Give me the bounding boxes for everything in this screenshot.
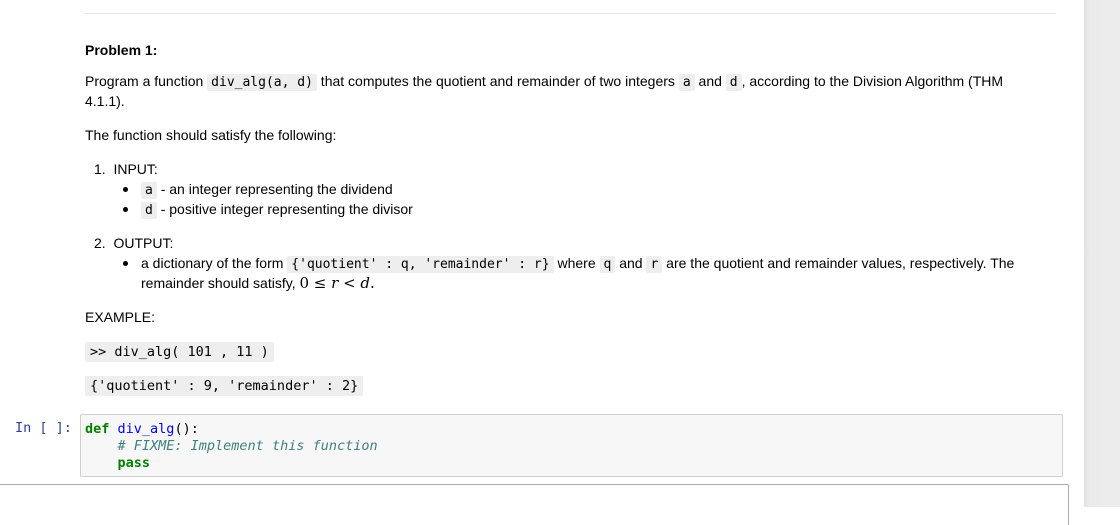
intro-text: and: [694, 73, 726, 89]
bullet-text: - positive integer representing the divi…: [156, 201, 413, 217]
math-period: .: [370, 274, 375, 292]
page-scrollbar[interactable]: [1084, 0, 1120, 507]
example-call-code: >> div_alg( 101 , 11 ): [85, 342, 274, 362]
list-number: 1.: [94, 161, 106, 177]
function-name: div_alg: [117, 421, 175, 437]
intro-text: that computes the quotient and remainder…: [316, 73, 679, 89]
intro-text: , according to the Division Algorithm (T…: [741, 73, 1004, 89]
inline-code-dict: {'quotient' : q, 'remainder' : r}: [287, 256, 554, 273]
intro-text: Program a function: [85, 73, 208, 89]
input-prompt: In [ ]:: [15, 420, 72, 436]
requirements-intro: The function should satisfy the followin…: [85, 127, 337, 143]
bullet-text: are the quotient and remainder values, r…: [662, 255, 1015, 271]
list-number: 2.: [94, 235, 106, 251]
bullet-text: where: [553, 255, 600, 271]
example-result-code: {'quotient' : 9, 'remainder' : 2}: [85, 376, 364, 396]
list-item-input: 1. INPUT:: [94, 159, 158, 179]
inline-code-a: a: [678, 74, 695, 91]
bullet-text: and: [615, 255, 647, 271]
list-label: INPUT:: [113, 161, 158, 177]
bullet-text: a dictionary of the form: [141, 255, 288, 271]
code-cell-editor[interactable]: def div_alg(): # FIXME: Implement this f…: [80, 414, 1063, 477]
keyword-def: def: [85, 421, 110, 437]
example-label: EXAMPLE:: [85, 309, 156, 325]
keyword-pass: pass: [117, 455, 151, 471]
inline-code-a: a: [141, 182, 157, 199]
bullet-item-cont: remainder should satisfy, 0 ≤ r < d.: [141, 273, 375, 293]
code-comment: # FIXME: Implement this function: [117, 438, 378, 454]
example-result: {'quotient' : 9, 'remainder' : 2}: [85, 375, 364, 396]
bullet-text: remainder should satisfy,: [141, 275, 300, 291]
list-label: OUTPUT:: [113, 235, 174, 251]
math-d: d: [360, 274, 371, 292]
math-zero: 0: [299, 274, 310, 292]
math-le: ≤: [309, 274, 332, 292]
bullet-item: a - an integer representing the dividend: [123, 179, 393, 201]
intro-paragraph: Program a function div_alg(a, d) that co…: [85, 71, 1003, 93]
math-inequality: 0 ≤ r < d.: [299, 274, 374, 292]
code-content[interactable]: def div_alg(): # FIXME: Implement this f…: [85, 421, 378, 472]
inline-code-signature: div_alg(a, d): [207, 74, 317, 91]
intro-paragraph-cont: 4.1.1).: [85, 93, 125, 109]
next-cell[interactable]: [0, 484, 1069, 525]
inline-code-r: r: [646, 256, 663, 273]
inline-code-d: d: [725, 74, 742, 91]
math-lt: <: [338, 274, 361, 292]
example-call: >> div_alg( 101 , 11 ): [85, 341, 274, 362]
inline-code-d: d: [141, 202, 157, 219]
cell-divider: [85, 13, 1056, 14]
bullet-item: a dictionary of the form {'quotient' : q…: [122, 253, 1015, 275]
problem-heading: Problem 1:: [85, 42, 158, 58]
bullet-item: d - positive integer representing the di…: [123, 199, 413, 221]
bullet-text: - an integer representing the dividend: [156, 181, 393, 197]
list-item-output: 2. OUTPUT:: [94, 233, 173, 253]
inline-code-q: q: [599, 256, 616, 273]
punctuation: ():: [174, 421, 199, 437]
